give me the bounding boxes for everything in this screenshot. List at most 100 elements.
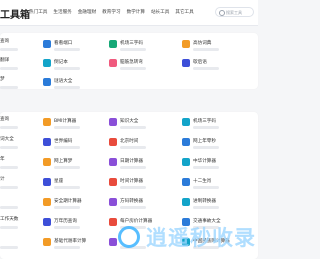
tool-description-placeholder <box>0 246 18 249</box>
tool-label: 知识大全 <box>120 118 139 124</box>
tool-item[interactable]: 星座 <box>43 178 63 186</box>
tool-item[interactable]: 北京时间 <box>109 138 138 146</box>
tool-item[interactable]: 谜语大全 <box>43 78 72 86</box>
tool-icon <box>182 178 190 186</box>
tool-item[interactable]: 梦 <box>0 77 5 83</box>
tool-item[interactable]: 看看端口 <box>43 40 72 48</box>
tool-description-placeholder <box>54 67 80 70</box>
nav-item-finance[interactable]: 金融理财 <box>78 9 96 15</box>
tool-description-placeholder <box>0 48 18 51</box>
tool-icon <box>43 59 51 67</box>
watermark-text: 逍遥秒收录 <box>146 225 256 250</box>
tool-description-placeholder <box>0 226 18 229</box>
tool-icon <box>43 40 51 48</box>
tool-item[interactable]: 机场三字码 <box>109 40 143 48</box>
tool-item[interactable]: 查询 <box>0 39 10 45</box>
nav-item-math[interactable]: 数学计算 <box>127 9 145 15</box>
tool-label: 进制转换器 <box>193 198 216 204</box>
tool-item[interactable]: 翻译 <box>0 58 9 64</box>
nav-item-webmaster[interactable]: 站长工具 <box>151 9 169 15</box>
nav-item-life[interactable]: 生活服务 <box>53 9 71 15</box>
tool-item[interactable]: 歇后语 <box>182 59 207 67</box>
tool-item[interactable]: 进制转换器 <box>182 198 216 206</box>
tool-icon <box>109 59 117 67</box>
tool-item[interactable]: BMI计算器 <box>43 118 76 126</box>
tool-label: 年 <box>0 157 5 162</box>
tool-label: 基础代谢率计算 <box>54 238 87 244</box>
search-input[interactable]: 搜索工具 <box>215 7 254 17</box>
tool-item[interactable]: 计 <box>0 177 5 183</box>
search-icon <box>219 10 225 16</box>
tool-label: 查询 <box>0 39 10 44</box>
tool-description-placeholder <box>54 86 80 89</box>
nav-item-education[interactable]: 教育学习 <box>102 9 120 15</box>
nav-item-hot[interactable]: 热门工具 <box>29 9 47 15</box>
tool-item[interactable]: 世界编码 <box>43 138 72 146</box>
tool-item[interactable]: 倒记本 <box>43 59 68 67</box>
tool-description-placeholder <box>120 146 146 149</box>
watermark: 逍遥秒收录 <box>118 214 258 259</box>
tool-icon <box>109 118 117 126</box>
tool-item[interactable]: 查询 <box>0 117 9 123</box>
tool-description-placeholder <box>193 67 219 70</box>
tool-description-placeholder <box>193 166 219 169</box>
tool-description-placeholder <box>0 67 18 70</box>
tool-item[interactable]: 高仿词典 <box>182 40 211 48</box>
tool-item[interactable]: 网上算梦 <box>43 158 72 166</box>
tool-item[interactable]: 脑筋急转弯 <box>109 59 143 67</box>
tool-label: 词大全 <box>0 137 14 142</box>
tool-icon <box>43 158 51 166</box>
tool-icon <box>43 238 51 246</box>
tool-label: 网上算梦 <box>54 158 73 164</box>
nav-item-other[interactable]: 其它工具 <box>175 9 193 15</box>
tool-icon <box>43 178 51 186</box>
tool-description-placeholder <box>54 226 80 229</box>
tool-icon <box>43 118 51 126</box>
watermark-logo-icon <box>118 225 140 248</box>
tool-description-placeholder <box>54 206 80 209</box>
tool-item[interactable]: 中华计算器 <box>182 158 216 166</box>
tool-description-placeholder <box>54 48 80 51</box>
tool-label: 日期计算器 <box>120 158 143 164</box>
tool-item[interactable]: 安全期计算器 <box>43 198 82 206</box>
tool-item[interactable]: 时间计算器 <box>109 178 143 186</box>
tool-item[interactable]: 工作天数 <box>0 217 18 223</box>
tool-icon <box>182 118 190 126</box>
tool-label: 歇后语 <box>193 59 207 65</box>
tool-item[interactable]: 机场三字码 <box>182 118 216 126</box>
tool-description-placeholder <box>54 146 80 149</box>
tool-icon <box>109 198 117 206</box>
tool-description-placeholder <box>54 186 80 189</box>
tool-item[interactable]: 知识大全 <box>109 118 138 126</box>
tool-label: 网上年零秒 <box>193 138 216 144</box>
tool-item[interactable]: 方码转换器 <box>109 198 143 206</box>
tool-item[interactable]: 网上年零秒 <box>182 138 216 146</box>
tool-item[interactable]: 十二生肖 <box>182 178 211 186</box>
tool-description-placeholder <box>120 206 146 209</box>
tool-description-placeholder <box>0 206 18 209</box>
tool-label: 梦 <box>0 77 5 82</box>
tool-icon <box>182 158 190 166</box>
tool-icon <box>182 40 190 48</box>
tool-icon <box>182 59 190 67</box>
search-placeholder: 搜索工具 <box>226 10 242 15</box>
tool-icon <box>109 40 117 48</box>
tool-icon <box>109 238 117 246</box>
tool-description-placeholder <box>120 166 146 169</box>
tool-item[interactable]: 万年历查询 <box>43 218 77 226</box>
tool-item[interactable]: 日期计算器 <box>109 158 143 166</box>
site-logo[interactable]: 工具箱 <box>0 6 30 21</box>
tool-item[interactable]: 基础代谢率计算 <box>43 238 86 246</box>
tool-description-placeholder <box>120 67 146 70</box>
tool-description-placeholder <box>0 166 18 169</box>
main-nav: 热门工具 生活服务 金融理财 教育学习 数学计算 站长工具 其它工具 <box>29 9 194 15</box>
tool-label: 谜语大全 <box>54 78 73 84</box>
tool-item[interactable]: 年 <box>0 157 5 163</box>
tool-description-placeholder <box>0 146 18 149</box>
tool-label: 高仿词典 <box>193 40 212 46</box>
tool-description-placeholder <box>120 186 146 189</box>
tool-description-placeholder <box>120 48 146 51</box>
top-navbar: 工具箱 热门工具 生活服务 金融理财 教育学习 数学计算 站长工具 其它工具 搜… <box>0 0 258 26</box>
tool-label: BMI计算器 <box>54 118 77 124</box>
tool-item[interactable]: 词大全 <box>0 137 14 143</box>
